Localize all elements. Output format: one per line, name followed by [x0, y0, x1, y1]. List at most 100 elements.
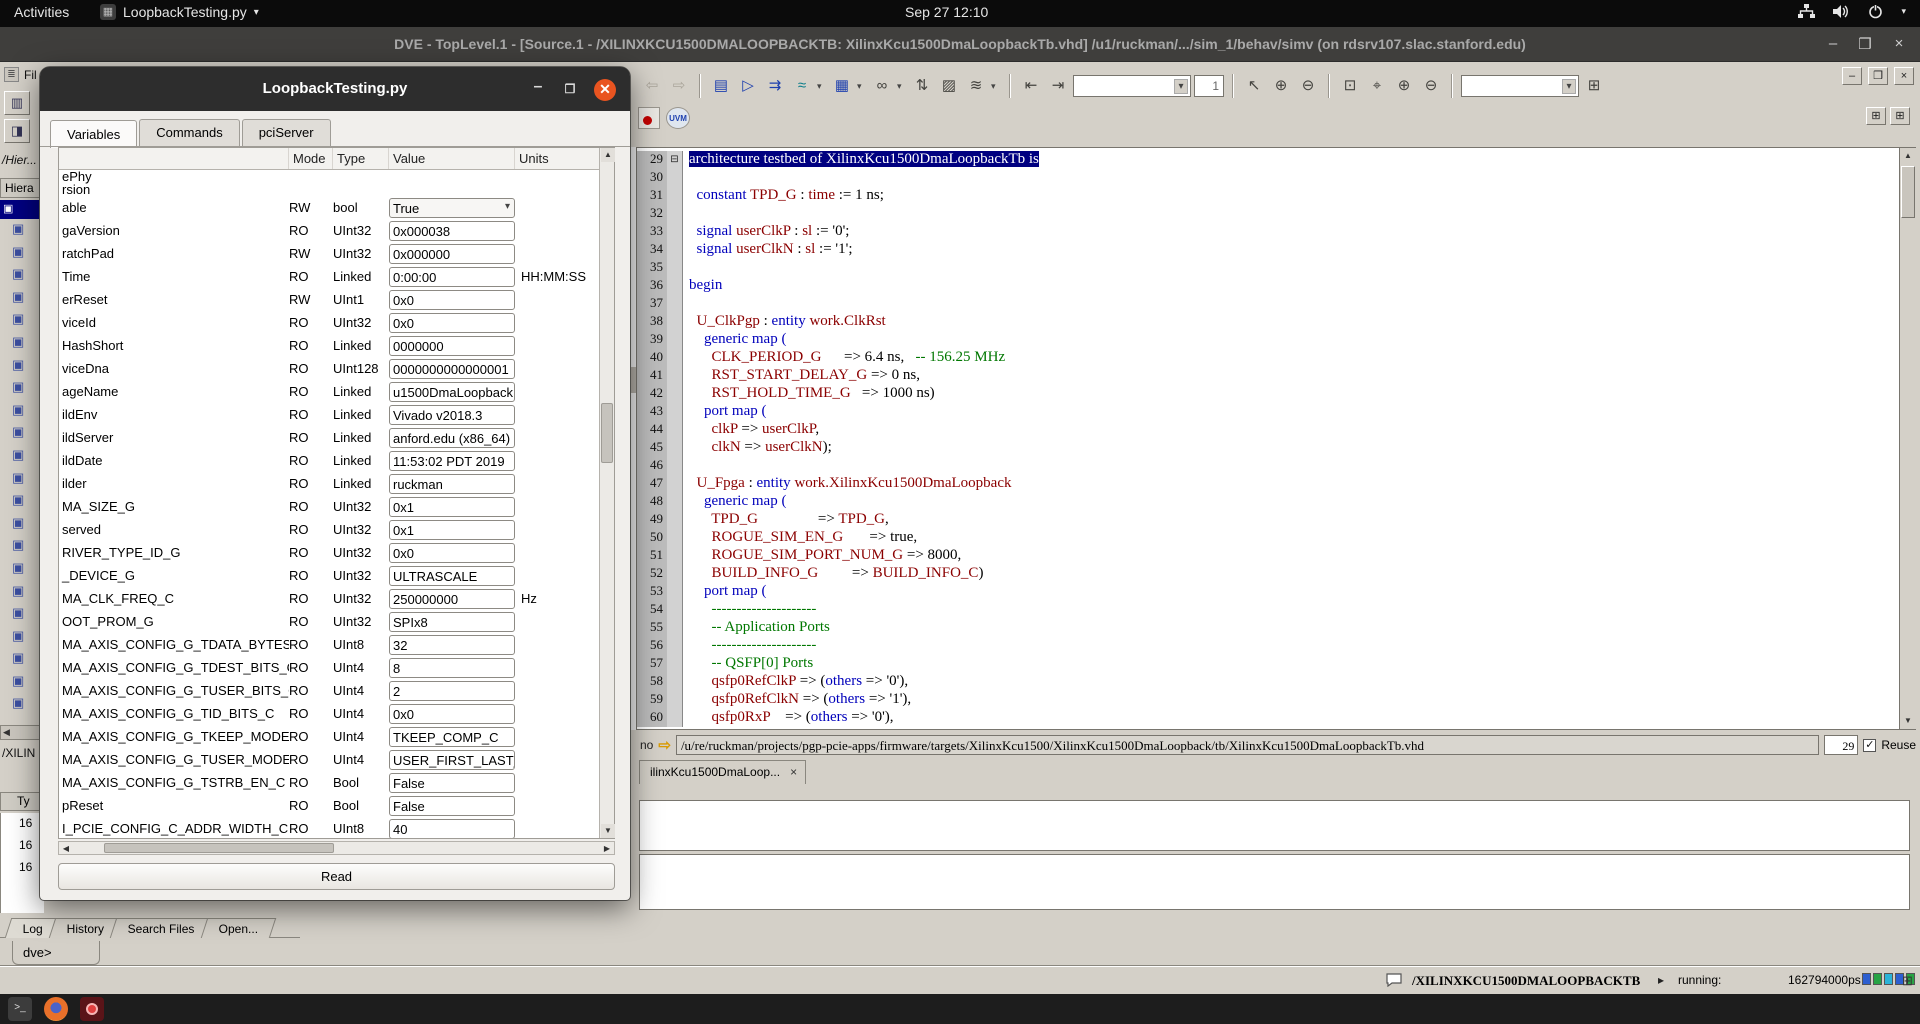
source-file-tab[interactable]: ilinxKcu1500DmaLoop... ×	[639, 760, 806, 784]
variable-value-field[interactable]: SPIx8	[389, 612, 515, 632]
code-text[interactable]: clkN => userClkN);	[683, 439, 832, 457]
message-bubble-icon[interactable]	[1386, 973, 1402, 990]
line-number[interactable]: 40	[637, 349, 667, 367]
code-text[interactable]: port map (	[683, 403, 766, 421]
dropdown-caret-icon[interactable]: ▾	[1562, 79, 1576, 94]
code-text[interactable]: ---------------------	[683, 601, 816, 619]
scroll-down-icon[interactable]: ▼	[601, 824, 615, 838]
hierarchy-entity-icon[interactable]: ▣	[0, 447, 44, 470]
variable-value-field[interactable]: 0:00:00	[389, 267, 515, 287]
code-text[interactable]: -- QSFP[0] Ports	[683, 655, 813, 673]
table-vscrollbar[interactable]: ▲ ▼	[599, 148, 614, 838]
code-text[interactable]: CLK_PERIOD_G => 6.4 ns, -- 156.25 MHz	[683, 349, 1005, 367]
hierarchy-entity-icon[interactable]: ▣	[0, 695, 44, 718]
hierarchy-hscrollbar[interactable]: ◀	[0, 725, 44, 740]
caret-right-icon[interactable]: ▸	[1658, 973, 1664, 987]
file-path-field[interactable]: /u/re/ruckman/projects/pgp-pcie-apps/fir…	[676, 735, 1819, 755]
line-number[interactable]: 52	[637, 565, 667, 583]
signal-window-icon[interactable]: ⇉	[763, 74, 787, 98]
fold-marker-icon[interactable]	[667, 493, 683, 511]
scroll-up-icon[interactable]: ▲	[601, 148, 615, 162]
fold-marker-icon[interactable]	[667, 511, 683, 529]
hierarchy-entity-icon[interactable]: ▣	[0, 628, 44, 651]
scroll-left-icon[interactable]: ◀	[60, 843, 72, 854]
code-text[interactable]: ---------------------	[683, 637, 816, 655]
hierarchy-entity-icon[interactable]: ▣	[0, 424, 44, 447]
dropdown-caret-icon[interactable]: ▾	[1174, 79, 1188, 94]
fold-marker-icon[interactable]	[667, 295, 683, 313]
command-prompt[interactable]: dve>	[12, 941, 100, 965]
system-tray[interactable]: ▾	[1798, 4, 1906, 19]
variable-value-field[interactable]: 0x0	[389, 543, 515, 563]
variable-value-field[interactable]: False	[389, 796, 515, 816]
code-text[interactable]	[683, 457, 689, 475]
line-number[interactable]: 44	[637, 421, 667, 439]
tab-search-files[interactable]: Search Files	[110, 918, 213, 938]
console-pane-upper[interactable]	[639, 800, 1910, 851]
toolbar-button[interactable]: ▥	[4, 91, 30, 115]
table-vscrollbar-thumb[interactable]	[601, 403, 613, 463]
variable-value-field[interactable]: 0x000000	[389, 244, 515, 264]
code-text[interactable]: architecture testbed of XilinxKcu1500Dma…	[683, 151, 1039, 169]
variable-value-field[interactable]: Vivado v2018.3	[389, 405, 515, 425]
code-text[interactable]: RST_START_DELAY_G => 0 ns,	[683, 367, 920, 385]
line-number[interactable]: 53	[637, 583, 667, 601]
fold-marker-icon[interactable]	[667, 529, 683, 547]
code-text[interactable]: BUILD_INFO_G => BUILD_INFO_C)	[683, 565, 983, 583]
variable-value-field[interactable]: ruckman	[389, 474, 515, 494]
mdi-minimize-button[interactable]: –	[1842, 67, 1862, 85]
variable-value-field[interactable]: 0x000038	[389, 221, 515, 241]
filter-icon[interactable]: ≋	[964, 74, 988, 98]
activities-button[interactable]: Activities	[14, 4, 69, 20]
fold-marker-icon[interactable]	[667, 313, 683, 331]
scroll-up-icon[interactable]: ▲	[1901, 149, 1915, 163]
type-row[interactable]: 16	[1, 835, 44, 857]
variable-value-field[interactable]: u1500DmaLoopback	[389, 382, 515, 402]
code-text[interactable]: clkP => userClkP,	[683, 421, 819, 439]
prev-edit-icon[interactable]: ⇤	[1019, 74, 1043, 98]
fold-marker-icon[interactable]	[667, 637, 683, 655]
minimize-button[interactable]: –	[526, 78, 550, 102]
fold-marker-icon[interactable]	[667, 277, 683, 295]
code-text[interactable]: TPD_G => TPD_G,	[683, 511, 889, 529]
hierarchy-tab[interactable]: /Hier...	[2, 153, 37, 167]
tab-open-[interactable]: Open...	[201, 918, 277, 938]
erase-highlight-icon[interactable]: ▨	[937, 74, 961, 98]
fold-marker-icon[interactable]	[667, 331, 683, 349]
variable-value-field[interactable]: 40	[389, 819, 515, 839]
line-number[interactable]: 45	[637, 439, 667, 457]
hierarchy-column-header[interactable]: Hiera	[0, 178, 44, 198]
variable-value-field[interactable]: 0000000000000001	[389, 359, 515, 379]
line-number[interactable]: 35	[637, 259, 667, 277]
list-window-icon[interactable]: ▦	[830, 74, 854, 98]
hierarchy-entity-icon[interactable]: ▣	[0, 311, 44, 334]
hierarchy-entity-icon[interactable]: ▣	[0, 492, 44, 515]
variable-value-field[interactable]: ULTRASCALE	[389, 566, 515, 586]
fold-marker-icon[interactable]	[667, 691, 683, 709]
terminal-icon[interactable]: >_	[8, 997, 32, 1021]
variable-value-field[interactable]: 32	[389, 635, 515, 655]
next-edit-icon[interactable]: ⇥	[1046, 74, 1070, 98]
code-text[interactable]	[683, 205, 689, 223]
fold-marker-icon[interactable]	[667, 583, 683, 601]
compare-icon[interactable]: ⇅	[910, 74, 934, 98]
reuse-checkbox[interactable]: ✓	[1863, 739, 1876, 752]
code-text[interactable]: port map (	[683, 583, 766, 601]
code-text[interactable]	[683, 295, 689, 313]
schematic-window-icon[interactable]: ▷	[736, 74, 760, 98]
console-pane-lower[interactable]	[639, 854, 1910, 910]
line-number[interactable]: 38	[637, 313, 667, 331]
mdi-close-button[interactable]: ×	[1894, 67, 1914, 85]
hierarchy-entity-icon[interactable]: ▣	[0, 221, 44, 244]
hierarchy-entity-icon[interactable]: ▣	[0, 379, 44, 402]
hierarchy-entity-icon[interactable]: ▣	[0, 289, 44, 312]
line-number[interactable]: 36	[637, 277, 667, 295]
fold-marker-icon[interactable]	[667, 547, 683, 565]
variable-value-field[interactable]: 0x1	[389, 497, 515, 517]
zoom-out-icon[interactable]: ⊖	[1296, 74, 1320, 98]
close-button[interactable]: ✕	[594, 79, 616, 101]
variable-value-field[interactable]: 0x0	[389, 313, 515, 333]
variable-value-field[interactable]: False	[389, 773, 515, 793]
variable-value-field[interactable]: 0000000	[389, 336, 515, 356]
line-number[interactable]: 30	[637, 169, 667, 187]
